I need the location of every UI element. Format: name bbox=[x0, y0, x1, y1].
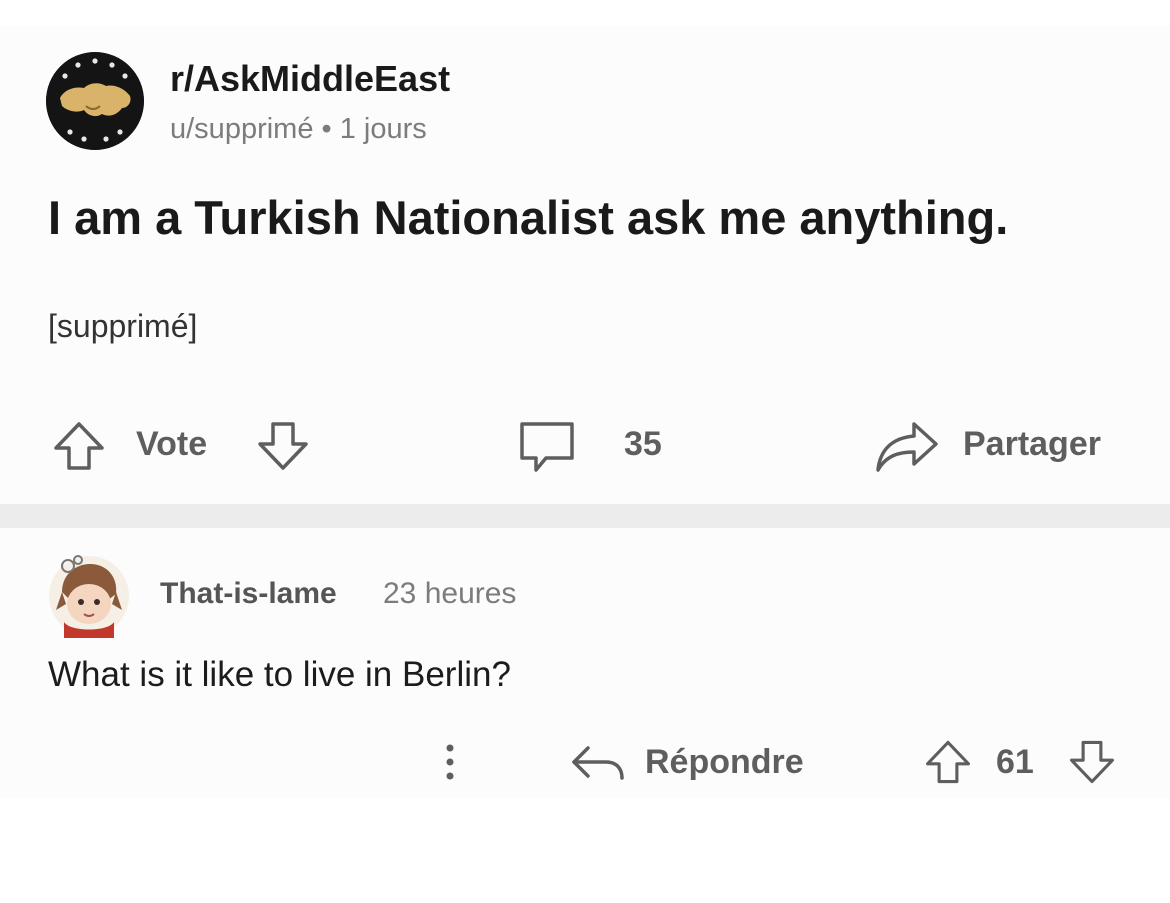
arrow-down-icon[interactable] bbox=[256, 420, 310, 472]
more-vertical-icon[interactable] bbox=[440, 740, 460, 784]
comment-timestamp: 23 heures bbox=[383, 577, 517, 610]
comment-count[interactable]: 35 bbox=[624, 425, 662, 464]
arrow-up-icon[interactable] bbox=[52, 420, 106, 472]
post-meta: u/supprimé • 1 jours bbox=[170, 113, 427, 145]
reply-button[interactable]: Répondre bbox=[645, 743, 804, 782]
user-avatar-icon bbox=[49, 555, 129, 638]
comment-bubble-icon[interactable] bbox=[516, 418, 578, 474]
reply-arrow-icon[interactable] bbox=[570, 742, 626, 782]
share-label[interactable]: Partager bbox=[963, 425, 1101, 464]
subreddit-map-icon bbox=[46, 52, 144, 150]
post-body: [supprimé] bbox=[48, 308, 198, 344]
comment-score: 61 bbox=[996, 743, 1034, 781]
separator bbox=[0, 504, 1170, 528]
subreddit-name[interactable]: r/AskMiddleEast bbox=[170, 58, 450, 100]
arrow-down-icon[interactable] bbox=[1068, 738, 1116, 786]
vote-label: Vote bbox=[136, 425, 208, 463]
comment-author[interactable]: That-is-lame bbox=[160, 577, 337, 611]
share-arrow-icon[interactable] bbox=[874, 418, 942, 474]
subreddit-avatar[interactable] bbox=[46, 52, 144, 150]
avatar[interactable] bbox=[48, 552, 130, 638]
post-title[interactable]: I am a Turkish Nationalist ask me anythi… bbox=[48, 190, 1008, 245]
comment-text: What is it like to live in Berlin? bbox=[48, 655, 511, 694]
arrow-up-icon[interactable] bbox=[924, 738, 972, 786]
